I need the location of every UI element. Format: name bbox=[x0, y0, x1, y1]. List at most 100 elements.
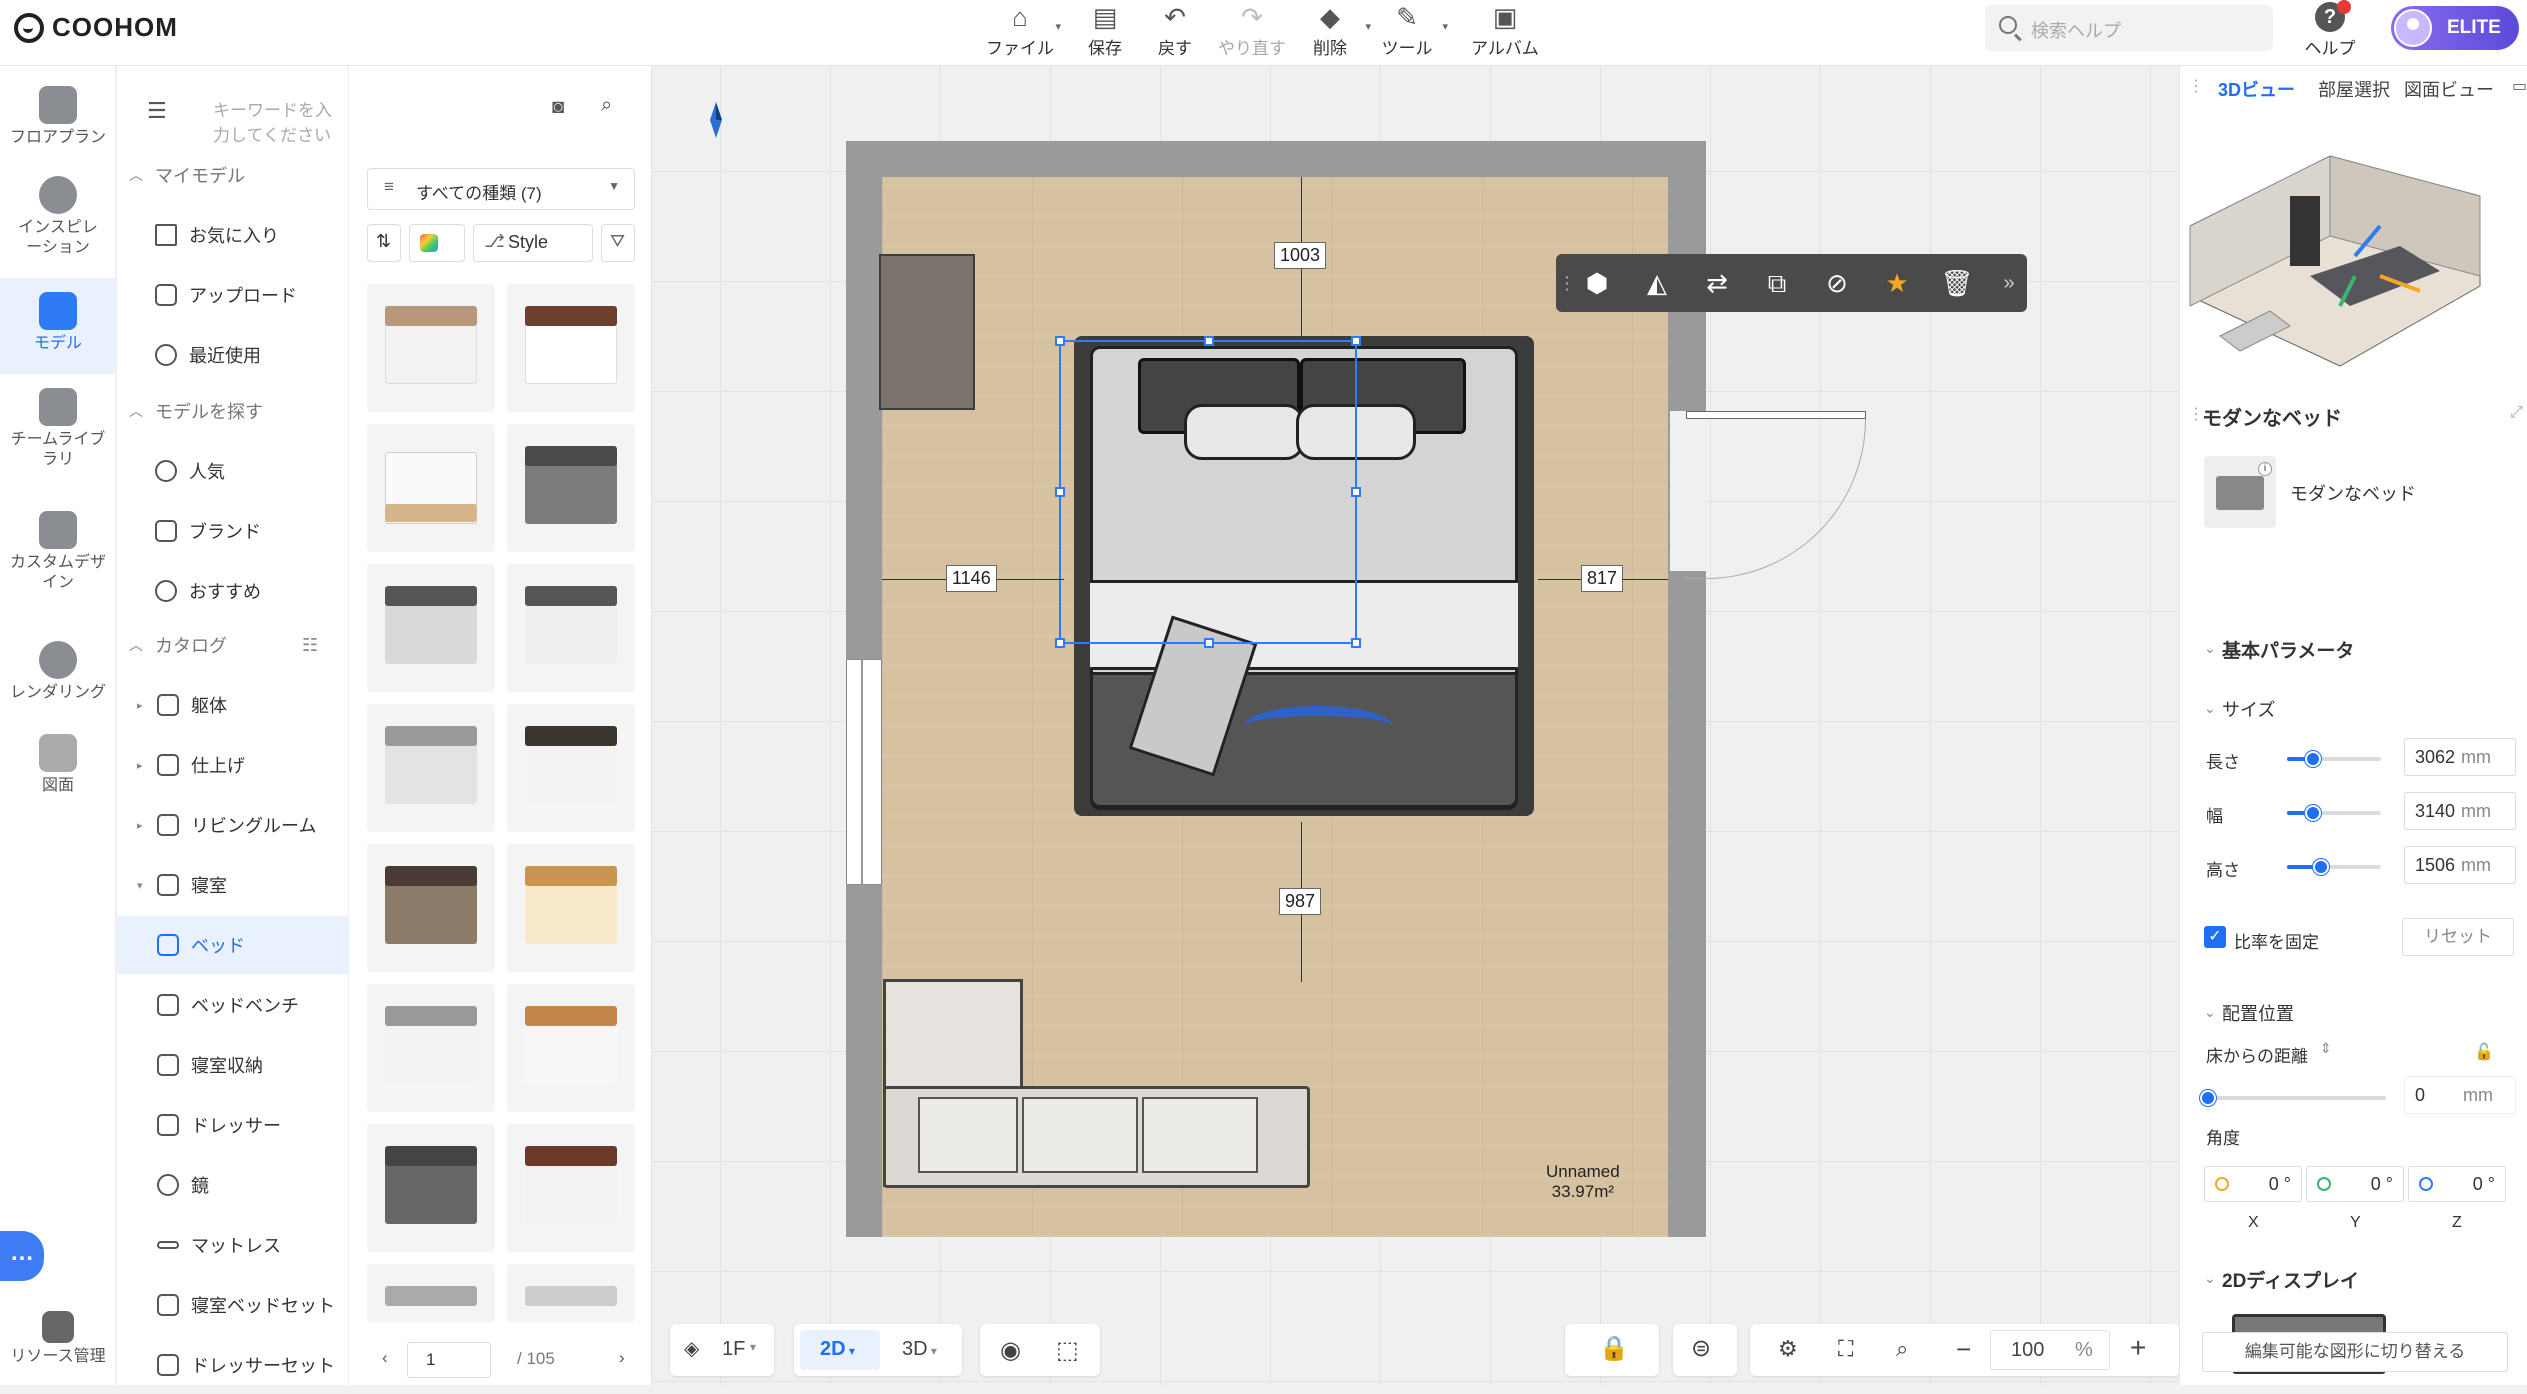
angle-y-input[interactable]: 0 ° bbox=[2306, 1166, 2404, 1202]
page-input[interactable]: 1 bbox=[407, 1342, 491, 1378]
brand-item[interactable]: ブランド bbox=[117, 502, 349, 560]
dimension-right[interactable]: 817 bbox=[1581, 565, 1624, 592]
panel-toggle-icon[interactable]: ▭ bbox=[2512, 76, 2527, 96]
length-slider[interactable] bbox=[2287, 751, 2381, 767]
chevron-down-icon[interactable]: ⌄ bbox=[2204, 700, 2216, 717]
model-thumbnail[interactable] bbox=[507, 564, 635, 692]
toggle-tool[interactable]: ⊜ bbox=[1673, 1324, 1737, 1376]
collapse-menu-icon[interactable]: ☰ bbox=[147, 98, 167, 124]
tab-3d-view[interactable]: 3Dビュー bbox=[2218, 76, 2295, 102]
subcategory-dresser[interactable]: ドレッサー bbox=[117, 1096, 349, 1154]
advanced-filter-button[interactable]: ⛛ bbox=[601, 224, 635, 262]
model-thumbnail[interactable] bbox=[367, 844, 495, 972]
upload-item[interactable]: アップロード bbox=[117, 266, 349, 324]
file-menu-button[interactable]: ⌂ ファイル ▾ bbox=[975, 2, 1065, 59]
model-thumbnail[interactable] bbox=[367, 424, 495, 552]
chevron-down-icon[interactable]: ⌄ bbox=[2204, 640, 2216, 657]
room-label[interactable]: Unnamed 33.97m² bbox=[1546, 1162, 1620, 1202]
model-thumbnail[interactable] bbox=[367, 704, 495, 832]
dimension-top[interactable]: 1003 bbox=[1274, 242, 1327, 269]
color-filter[interactable] bbox=[409, 224, 465, 262]
object-thumbnail[interactable]: i bbox=[2204, 456, 2276, 528]
catalog-header[interactable]: ︿ カタログ ☷ bbox=[117, 616, 349, 674]
trash-icon[interactable]: 🗑 bbox=[1940, 266, 1974, 300]
popular-item[interactable]: 人気 bbox=[117, 442, 349, 500]
swap-icon[interactable]: ⇄ bbox=[1700, 266, 1734, 300]
sofa[interactable] bbox=[883, 1086, 1310, 1188]
help-search-input[interactable]: 検索ヘルプ bbox=[1985, 5, 2273, 51]
category-finishes[interactable]: ▸ 仕上げ bbox=[117, 736, 349, 794]
subcategory-mirror[interactable]: 鏡 bbox=[117, 1156, 349, 1214]
chevron-down-icon[interactable]: ⌄ bbox=[2204, 1004, 2216, 1021]
prev-page-icon[interactable]: ‹ bbox=[382, 1348, 388, 1368]
reset-button[interactable]: リセット bbox=[2402, 918, 2514, 956]
width-input[interactable]: 3140 mm bbox=[2404, 792, 2516, 830]
chevron-down-icon[interactable]: ⌄ bbox=[2204, 1270, 2216, 1287]
unlock-icon[interactable]: 🔓 bbox=[2474, 1042, 2494, 1062]
angle-z-input[interactable]: 0 ° bbox=[2408, 1166, 2506, 1202]
zoom-in-icon[interactable]: + bbox=[2130, 1332, 2146, 1364]
switch-editable-button[interactable]: 編集可能な図形に切り替える bbox=[2202, 1332, 2508, 1372]
keyword-search-input[interactable]: キーワードを入力してください bbox=[213, 96, 348, 146]
fit-screen-icon[interactable]: ⛶ bbox=[1838, 1336, 1853, 1362]
image-search-icon[interactable]: ◙ bbox=[552, 96, 564, 119]
favorites-item[interactable]: お気に入り bbox=[117, 206, 349, 264]
size-title[interactable]: サイズ bbox=[2222, 696, 2275, 722]
next-page-icon[interactable]: › bbox=[619, 1348, 625, 1368]
floor-distance-input[interactable]: 0 mm bbox=[2404, 1076, 2516, 1114]
door-leaf[interactable] bbox=[1686, 411, 1866, 419]
view-2d-button[interactable]: 2D ▾ bbox=[800, 1330, 880, 1370]
zoom-out-icon[interactable]: − bbox=[1956, 1334, 1971, 1365]
model-thumbnail[interactable] bbox=[507, 424, 635, 552]
display-2d-title[interactable]: 2Dディスプレイ bbox=[2222, 1266, 2359, 1293]
category-living-room[interactable]: ▸ リビングルーム bbox=[117, 796, 349, 854]
redo-button[interactable]: ↷ やり直す bbox=[1207, 2, 1297, 59]
model-thumbnail[interactable] bbox=[507, 844, 635, 972]
height-slider[interactable] bbox=[2287, 859, 2381, 875]
drag-handle-icon[interactable]: ⋮ bbox=[1558, 266, 1576, 300]
nav-model[interactable]: モデル bbox=[0, 278, 116, 374]
account-badge[interactable]: ELITE bbox=[2391, 6, 2519, 50]
model-thumbnail[interactable] bbox=[367, 984, 495, 1112]
expand-more-icon[interactable]: » bbox=[1992, 266, 2026, 300]
dimension-left[interactable]: 1146 bbox=[946, 565, 997, 592]
angle-x-input[interactable]: 0 ° bbox=[2204, 1166, 2302, 1202]
floor-selector[interactable]: ◈ 1F ▾ bbox=[670, 1324, 774, 1376]
chat-support-icon[interactable] bbox=[0, 1231, 44, 1281]
nav-team-library[interactable]: チームライブラリ bbox=[0, 388, 116, 488]
sort-button[interactable]: ⇅ bbox=[367, 224, 401, 262]
find-models-header[interactable]: ︿ モデルを探す bbox=[117, 382, 349, 440]
drag-handle-icon[interactable]: ⋮ bbox=[2188, 76, 2204, 96]
lock-ratio-checkbox[interactable]: ✓ bbox=[2204, 926, 2226, 948]
model-thumbnail[interactable] bbox=[367, 284, 495, 412]
dimension-bottom[interactable]: 987 bbox=[1279, 888, 1322, 915]
hide-icon[interactable]: ⊘ bbox=[1820, 266, 1854, 300]
my-models-header[interactable]: ︿ マイモデル bbox=[117, 146, 349, 204]
window[interactable] bbox=[846, 659, 882, 885]
category-structure[interactable]: ▸ 躯体 bbox=[117, 676, 349, 734]
zoom-input[interactable]: 100 % bbox=[1990, 1330, 2110, 1370]
wardrobe[interactable] bbox=[879, 254, 975, 410]
style-filter[interactable]: ⎇ Style bbox=[473, 224, 593, 262]
help-button[interactable]: ? ヘルプ bbox=[2295, 0, 2365, 59]
sort-toggle-icon[interactable]: ⇕ bbox=[2320, 1040, 2332, 1057]
copy-icon[interactable]: ⧉ bbox=[1760, 266, 1794, 300]
model-thumbnail[interactable] bbox=[367, 1124, 495, 1252]
zoom-area-icon[interactable]: ⌕ bbox=[1896, 1336, 1908, 1362]
category-bedroom[interactable]: ▾ 寝室 bbox=[117, 856, 349, 914]
subcategory-bed-bench[interactable]: ベッドベンチ bbox=[117, 976, 349, 1034]
length-input[interactable]: 3062 mm bbox=[2404, 738, 2516, 776]
height-input[interactable]: 1506 mm bbox=[2404, 846, 2516, 884]
model-thumbnail[interactable] bbox=[507, 984, 635, 1112]
subcategory-bed[interactable]: ベッド bbox=[117, 916, 349, 974]
nav-rendering[interactable]: レンダリング bbox=[0, 641, 116, 721]
nav-drawings[interactable]: 図面 bbox=[0, 734, 116, 814]
tab-drawing-view[interactable]: 図面ビュー bbox=[2404, 76, 2494, 102]
model-thumbnail[interactable] bbox=[507, 704, 635, 832]
nav-floorplan[interactable]: フロアプラン bbox=[0, 86, 116, 186]
album-button[interactable]: ▣ アルバム bbox=[1460, 2, 1550, 59]
coohom-logo[interactable]: COOHOM bbox=[14, 12, 178, 43]
subcategory-bedroom-storage[interactable]: 寝室収納 bbox=[117, 1036, 349, 1094]
subcategory-mattress[interactable]: マットレス bbox=[117, 1216, 349, 1274]
lock-tool[interactable]: 🔒 bbox=[1565, 1324, 1659, 1376]
